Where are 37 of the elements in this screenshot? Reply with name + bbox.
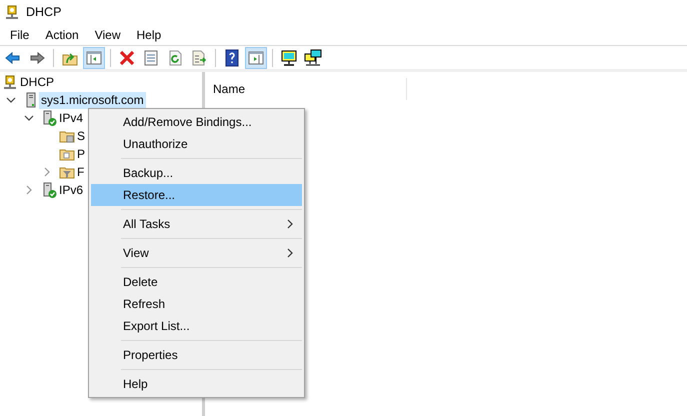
menu-item[interactable]: Delete xyxy=(91,271,302,293)
tree-item[interactable]: DHCP xyxy=(18,74,56,90)
menu-item[interactable]: Unauthorize xyxy=(91,133,302,155)
menu-item[interactable]: Properties xyxy=(91,344,302,366)
app-icon xyxy=(4,4,20,20)
menu-item[interactable]: Restore... xyxy=(91,184,302,206)
window-title: DHCP xyxy=(26,4,62,21)
tree-item[interactable]: P xyxy=(75,146,88,162)
tree-item[interactable]: IPv4 xyxy=(57,110,86,126)
menu-item[interactable]: Help xyxy=(91,373,302,395)
menu-item[interactable]: File xyxy=(2,24,38,44)
menu-item[interactable]: Action xyxy=(37,24,87,44)
column-header[interactable]: Name xyxy=(205,78,407,100)
help-icon xyxy=(223,48,241,66)
menu-item[interactable]: View xyxy=(86,24,128,44)
menu-item[interactable]: Help xyxy=(128,24,170,44)
tree-item[interactable]: F xyxy=(75,164,86,180)
network-icon xyxy=(304,48,322,66)
server-icon xyxy=(41,182,57,198)
server-icon xyxy=(41,110,57,126)
menu-item[interactable]: Refresh xyxy=(91,293,302,315)
menu-item[interactable]: Add/Remove Bindings... xyxy=(91,111,302,133)
menu-item[interactable]: All Tasks xyxy=(91,213,302,235)
document-icon xyxy=(142,48,160,66)
delete-icon xyxy=(118,48,136,66)
monitor-icon xyxy=(280,48,298,66)
pane-icon xyxy=(85,48,103,66)
dhcp-icon xyxy=(2,74,18,90)
pane-icon xyxy=(247,48,265,66)
menu-item[interactable]: Backup... xyxy=(91,162,302,184)
tree-item[interactable]: S xyxy=(75,128,88,144)
toolbar-button[interactable] xyxy=(302,46,324,68)
tree-item[interactable]: sys1.microsoft.com xyxy=(39,92,146,108)
export-icon xyxy=(190,48,208,66)
tree-item[interactable]: IPv6 xyxy=(57,182,86,198)
menu-item[interactable]: Export List... xyxy=(91,315,302,337)
menu-item[interactable]: View xyxy=(91,242,302,264)
